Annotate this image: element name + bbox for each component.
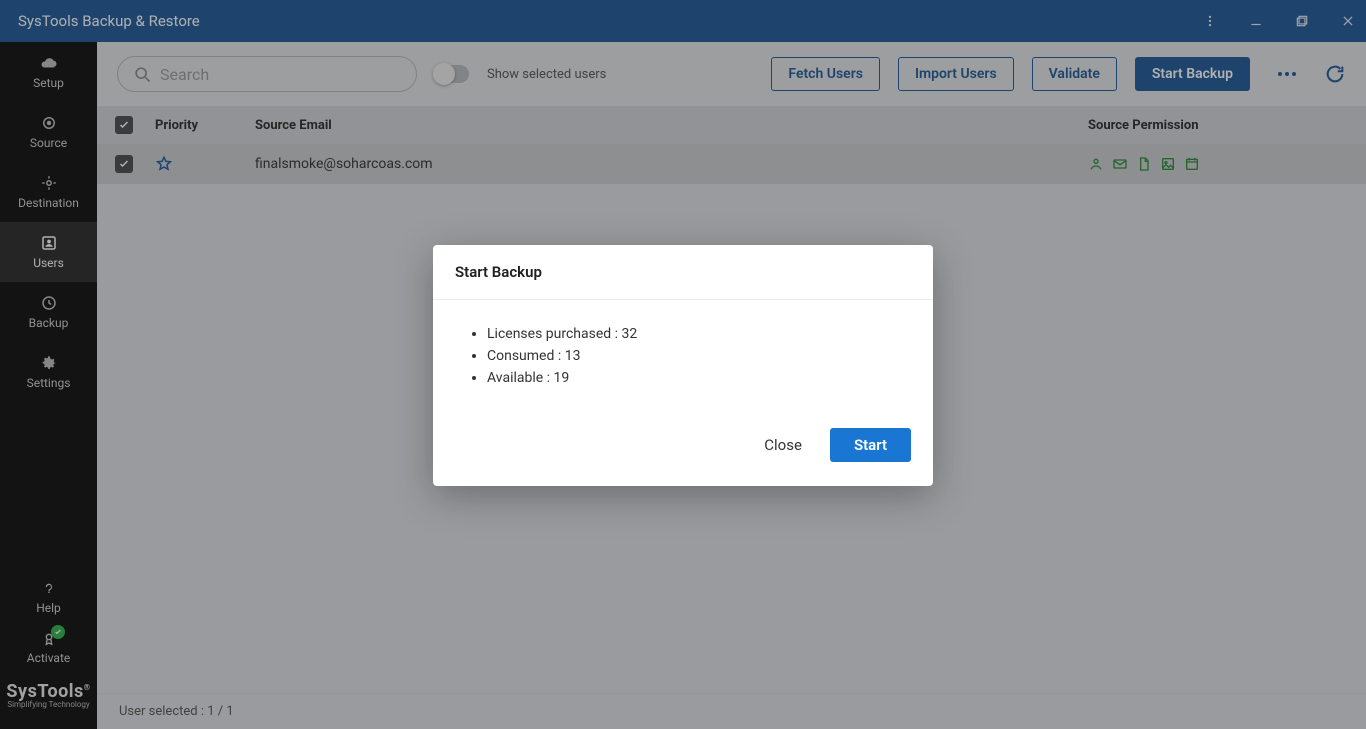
dialog-available: Available : 19	[487, 370, 897, 386]
start-backup-dialog: Start Backup Licenses purchased : 32 Con…	[433, 245, 933, 486]
dialog-consumed: Consumed : 13	[487, 348, 897, 364]
modal-overlay: Start Backup Licenses purchased : 32 Con…	[0, 0, 1366, 729]
dialog-close-button[interactable]: Close	[758, 428, 808, 462]
dialog-licenses: Licenses purchased : 32	[487, 326, 897, 342]
dialog-title: Start Backup	[433, 245, 933, 300]
dialog-body: Licenses purchased : 32 Consumed : 13 Av…	[433, 300, 933, 416]
dialog-actions: Close Start	[433, 416, 933, 486]
dialog-start-button[interactable]: Start	[830, 428, 911, 462]
